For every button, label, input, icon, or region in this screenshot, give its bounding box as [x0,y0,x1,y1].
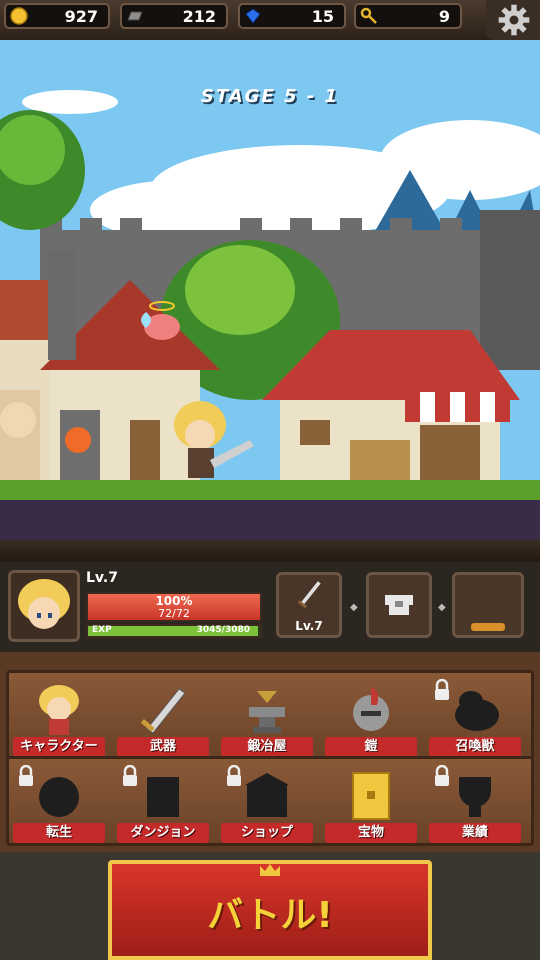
menu-achievements[interactable]: 業績 [425,757,525,845]
battle-button-label: バトル! [207,895,333,936]
iron-counter: 212 [120,3,228,29]
main-menu: キャラクター 武器 鍛冶屋 鎧 召喚獣 転生 ダンジョン ショップ 宝物 業績 [0,652,540,852]
stage-title: STAGE 5 - 1 [200,86,340,107]
menu-armor[interactable]: 鎧 [321,671,421,759]
menu-summon[interactable]: 召喚獣 [425,671,525,759]
gold-value: 927 [64,7,98,26]
equipped-armor-slot[interactable] [366,572,432,638]
hero-portrait[interactable] [8,570,80,642]
treasure-chest-icon [352,772,390,820]
menu-weapon[interactable]: 武器 [113,671,213,759]
achievement-cup-icon [459,777,491,817]
menu-character[interactable]: キャラクター [9,671,109,759]
rebirth-icon [39,777,79,817]
character-icon [39,685,79,735]
gem-counter: 15 [238,3,346,29]
lock-icon [227,765,241,786]
diamond-separator-icon: ◆ [350,602,358,613]
sword-icon [140,688,186,734]
menu-rebirth-label: 転生 [13,823,105,843]
key-icon [360,7,377,24]
shop-icon [245,773,289,817]
hp-bar: 100% 72/72 [86,592,262,622]
menu-achievements-label: 業績 [429,823,521,843]
menu-weapon-label: 武器 [117,737,209,757]
settings-button[interactable] [486,0,540,40]
menu-character-label: キャラクター [13,737,105,757]
menu-dungeon[interactable]: ダンジョン [113,757,213,845]
character-status-panel: Lv.7 100% 72/72 EXP 3045/3080 Lv.7 ◆ ◆ [0,562,540,652]
menu-shelf-top: キャラクター 武器 鍛冶屋 鎧 召喚獣 [6,670,534,760]
menu-shelf-bottom: 転生 ダンジョン ショップ 宝物 業績 [6,756,534,846]
menu-rebirth[interactable]: 転生 [9,757,109,845]
menu-summon-label: 召喚獣 [429,737,521,757]
hero-level: Lv.7 [86,570,118,586]
key-value: 9 [438,7,450,26]
menu-dungeon-label: ダンジョン [117,823,209,843]
village-background [0,90,540,540]
menu-treasure[interactable]: 宝物 [321,757,421,845]
lock-icon [19,765,33,786]
hero-face-icon [18,579,70,629]
bottom-area: バトル! [0,852,540,960]
lock-icon [123,765,137,786]
diamond-separator-icon: ◆ [438,602,446,613]
menu-armor-label: 鎧 [325,737,417,757]
exp-label: EXP [92,625,112,635]
menu-treasure-label: 宝物 [325,823,417,843]
helmet-icon [353,687,389,731]
battle-scene: STAGE 5 - 1 [0,40,540,540]
gold-counter: 927 [4,3,110,29]
key-counter: 9 [354,3,462,29]
menu-blacksmith[interactable]: 鍛冶屋 [217,671,317,759]
resource-bar: 927 212 15 9 [0,0,540,43]
armor-icon [385,595,413,615]
equipped-weapon-slot[interactable]: Lv.7 [276,572,342,638]
anvil-icon [249,691,285,733]
lock-icon [435,679,449,700]
hp-value: 72/72 [158,607,190,620]
menu-blacksmith-label: 鍛冶屋 [221,737,313,757]
exp-bar: EXP 3045/3080 [86,624,262,638]
hp-percent: 100% [155,594,193,608]
panel-divider [0,540,540,562]
sword-icon [297,581,321,609]
exp-value: 3045/3080 [196,625,250,635]
lock-icon [435,765,449,786]
gem-value: 15 [311,7,334,26]
slot-handle [471,623,505,631]
crown-icon [260,864,280,876]
dungeon-icon [147,777,179,817]
menu-shop[interactable]: ショップ [217,757,317,845]
blue-gem-icon [245,8,261,24]
battle-button[interactable]: バトル! [108,860,432,960]
weapon-level: Lv.7 [295,619,323,633]
gear-icon [498,4,530,36]
gold-coin-icon [10,7,28,25]
menu-shop-label: ショップ [221,823,313,843]
iron-value: 212 [182,7,216,26]
summon-beast-icon [455,691,499,731]
iron-ingot-icon [127,11,143,21]
empty-equipment-slot[interactable] [452,572,524,638]
